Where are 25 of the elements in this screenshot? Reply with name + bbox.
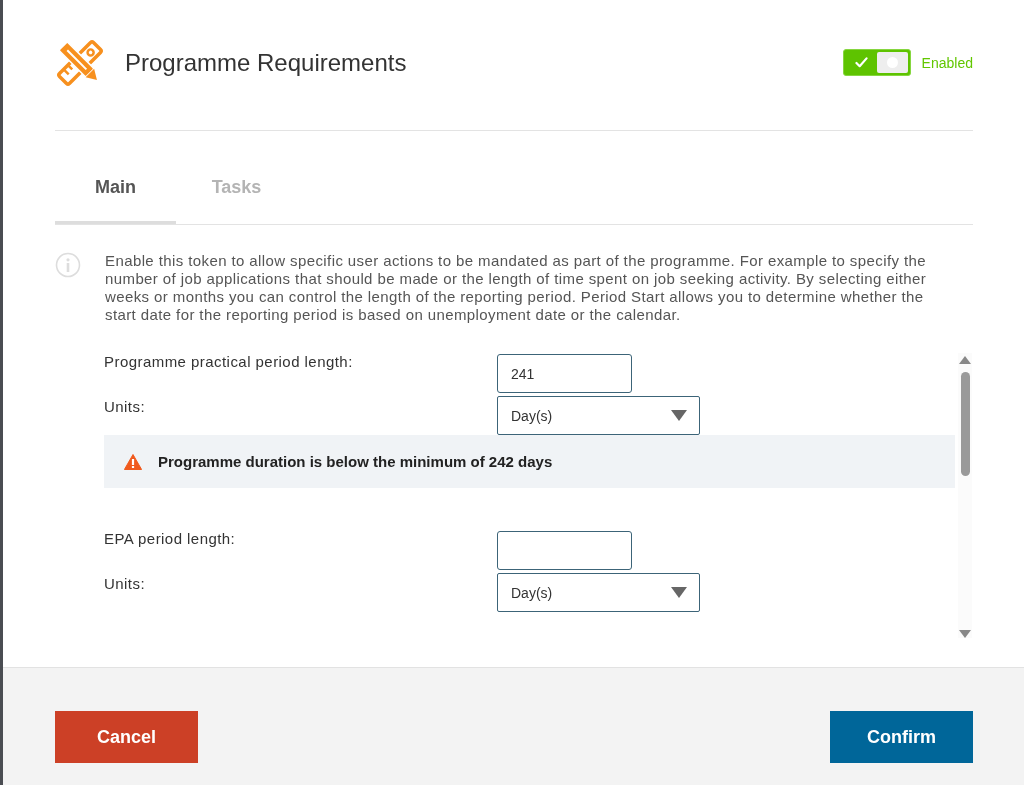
caret-icon — [671, 410, 687, 421]
confirm-button[interactable]: Confirm — [830, 711, 973, 763]
units-dropdown[interactable]: Day(s) — [497, 573, 700, 612]
check-icon — [854, 57, 868, 68]
field-label: Programme practical period length: — [104, 354, 354, 369]
info-icon — [55, 252, 81, 278]
dialog-title: Programme Requirements — [125, 48, 408, 77]
field-label: EPA period length: — [104, 531, 237, 546]
toggle-switch[interactable] — [842, 49, 911, 76]
scrollbar-thumb[interactable] — [960, 372, 970, 476]
units-dropdown[interactable]: Day(s) — [497, 396, 700, 435]
text-input[interactable] — [497, 531, 632, 570]
toggle-label: Enabled — [921, 54, 973, 71]
field-label: Units: — [104, 574, 147, 591]
cancel-button[interactable]: Cancel — [55, 711, 198, 763]
scroll-up-icon[interactable] — [959, 356, 971, 364]
pencil-ruler-icon — [55, 37, 105, 88]
text-input[interactable]: 241 — [497, 354, 632, 393]
scroll-down-icon[interactable] — [959, 630, 971, 638]
tab[interactable]: Main — [55, 131, 176, 224]
field-label: Units: — [104, 397, 147, 414]
warning-message: Programme duration is below the minimum of 242 days — [158, 453, 553, 470]
warning-icon — [124, 453, 142, 470]
caret-icon — [671, 587, 687, 598]
description-text: Enable this token to allow specific user actions to be mandated as part of the programme. For example to specify the number of job applications that should be made or the length of time spent on job seeking activity. By selecting either weeks or months you can control the length of the reporting period. Period Start allows you to determine whether the start date for the reporting period is based on unemployment date or the calendar. — [105, 252, 928, 324]
